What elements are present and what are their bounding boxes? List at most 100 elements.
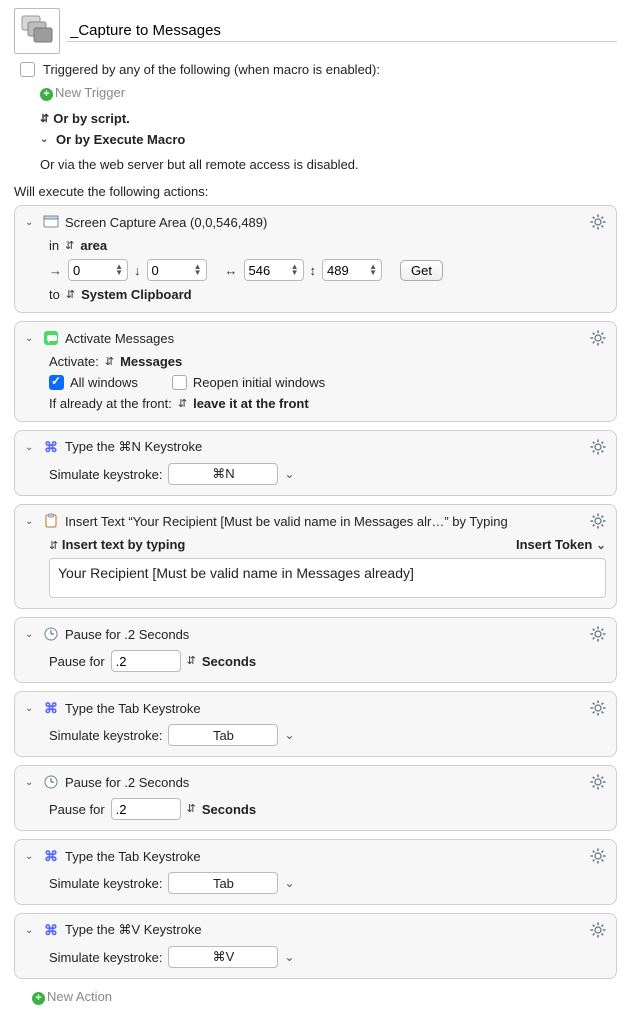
action-type-tab-1: ⌄ ⌘ Type the Tab Keystroke Simulate keys… bbox=[14, 691, 617, 757]
activate-target[interactable]: Messages bbox=[120, 354, 182, 369]
area-label: area bbox=[80, 238, 107, 253]
chevron-down-icon[interactable]: ⌄ bbox=[25, 333, 37, 344]
chevron-down-icon[interactable]: ⌄ bbox=[25, 925, 37, 936]
chevron-down-icon[interactable]: ⌄ bbox=[284, 728, 294, 742]
or-via-webserver-label: Or via the web server but all remote acc… bbox=[40, 157, 617, 172]
gear-icon[interactable] bbox=[590, 330, 606, 346]
front-value[interactable]: leave it at the front bbox=[193, 396, 309, 411]
gear-icon[interactable] bbox=[590, 214, 606, 230]
pause-field[interactable] bbox=[111, 798, 181, 820]
pause-unit[interactable]: Seconds bbox=[202, 654, 256, 669]
action-title: Type the Tab Keystroke bbox=[65, 701, 584, 716]
pause-field[interactable] bbox=[111, 650, 181, 672]
action-activate-messages: ⌄ Activate Messages Activate: ⇵ Messages… bbox=[14, 321, 617, 422]
chevron-down-icon[interactable]: ⌄ bbox=[25, 516, 37, 527]
insert-text-body[interactable]: Your Recipient [Must be valid name in Me… bbox=[49, 558, 606, 598]
front-label: If already at the front: bbox=[49, 396, 172, 411]
chevron-down-icon[interactable]: ⌄ bbox=[25, 629, 37, 640]
updown-icon[interactable]: ⇵ bbox=[178, 400, 187, 408]
pause-unit[interactable]: Seconds bbox=[202, 802, 256, 817]
pause-label: Pause for bbox=[49, 654, 105, 669]
updown-icon[interactable]: ⇵ bbox=[49, 542, 58, 550]
sort-icon[interactable]: ⇵ bbox=[40, 115, 49, 123]
x-field[interactable]: ▲▼ bbox=[68, 259, 128, 281]
chevron-down-icon[interactable]: ⌄ bbox=[25, 777, 37, 788]
w-field[interactable]: ▲▼ bbox=[244, 259, 304, 281]
action-screen-capture: ⌄ Screen Capture Area (0,0,546,489) in ⇵… bbox=[14, 205, 617, 313]
chevron-down-icon[interactable]: ⌄ bbox=[25, 703, 37, 714]
stepper-icon[interactable]: ▲▼ bbox=[115, 264, 123, 276]
will-execute-label: Will execute the following actions: bbox=[14, 184, 617, 199]
pause-label: Pause for bbox=[49, 802, 105, 817]
gear-icon[interactable] bbox=[590, 848, 606, 864]
action-title: Activate Messages bbox=[65, 331, 584, 346]
gear-icon[interactable] bbox=[590, 922, 606, 938]
command-icon: ⌘ bbox=[43, 439, 59, 455]
action-title: Pause for .2 Seconds bbox=[65, 627, 584, 642]
chevron-down-icon[interactable]: ⌄ bbox=[25, 217, 37, 228]
action-title: Type the ⌘N Keystroke bbox=[65, 439, 584, 455]
stepper-icon[interactable]: ▲▼ bbox=[369, 264, 377, 276]
window-icon bbox=[43, 214, 59, 230]
down-arrow-icon: ↓ bbox=[134, 263, 141, 278]
gear-icon[interactable] bbox=[590, 774, 606, 790]
updown-icon[interactable]: ⇵ bbox=[66, 291, 75, 299]
chevron-down-icon[interactable]: ⌄ bbox=[284, 467, 294, 481]
gear-icon[interactable] bbox=[590, 626, 606, 642]
insert-token-button[interactable]: Insert Token ⌄ bbox=[516, 537, 606, 552]
keystroke-field[interactable]: Tab bbox=[168, 872, 278, 894]
width-arrow-icon: ↔ bbox=[225, 263, 238, 278]
new-action-button[interactable]: +New Action bbox=[32, 989, 112, 1004]
chevron-down-icon[interactable]: ⌄ bbox=[284, 950, 294, 964]
gear-icon[interactable] bbox=[590, 700, 606, 716]
clipboard-icon bbox=[43, 513, 59, 529]
stepper-icon[interactable]: ▲▼ bbox=[194, 264, 202, 276]
plus-icon: + bbox=[32, 992, 45, 1005]
insert-method[interactable]: Insert text by typing bbox=[62, 537, 186, 552]
keystroke-field[interactable]: ⌘N bbox=[168, 463, 278, 485]
all-windows-checkbox[interactable] bbox=[49, 375, 64, 390]
macro-title-input[interactable] bbox=[66, 20, 617, 42]
action-title: Pause for .2 Seconds bbox=[65, 775, 584, 790]
to-target[interactable]: System Clipboard bbox=[81, 287, 192, 302]
chevron-down-icon: ⌄ bbox=[596, 538, 606, 552]
get-button[interactable]: Get bbox=[400, 260, 443, 281]
action-title: Type the ⌘V Keystroke bbox=[65, 922, 584, 938]
action-pause-2: ⌄ Pause for .2 Seconds Pause for ⇵ Secon… bbox=[14, 765, 617, 831]
h-field[interactable]: ▲▼ bbox=[322, 259, 382, 281]
new-trigger-button[interactable]: +New Trigger bbox=[40, 85, 125, 100]
right-arrow-icon: → bbox=[49, 263, 62, 278]
reopen-checkbox[interactable] bbox=[172, 375, 187, 390]
updown-icon[interactable]: ⇵ bbox=[105, 358, 114, 366]
chevron-down-icon[interactable]: ⌄ bbox=[25, 851, 37, 862]
simulate-label: Simulate keystroke: bbox=[49, 950, 162, 965]
gear-icon[interactable] bbox=[590, 513, 606, 529]
action-insert-text: ⌄ Insert Text “Your Recipient [Must be v… bbox=[14, 504, 617, 609]
messages-app-icon bbox=[43, 330, 59, 346]
updown-icon[interactable]: ⇵ bbox=[65, 242, 74, 250]
macro-group-icon[interactable] bbox=[14, 8, 60, 54]
y-field[interactable]: ▲▼ bbox=[147, 259, 207, 281]
action-type-tab-2: ⌄ ⌘ Type the Tab Keystroke Simulate keys… bbox=[14, 839, 617, 905]
command-icon: ⌘ bbox=[43, 922, 59, 938]
command-icon: ⌘ bbox=[43, 700, 59, 716]
action-title: Insert Text “Your Recipient [Must be val… bbox=[65, 514, 584, 529]
updown-icon[interactable]: ⇵ bbox=[187, 805, 196, 813]
keystroke-field[interactable]: ⌘V bbox=[168, 946, 278, 968]
all-windows-label: All windows bbox=[70, 375, 138, 390]
chevron-down-icon[interactable]: ⌄ bbox=[40, 134, 52, 145]
updown-icon[interactable]: ⇵ bbox=[187, 657, 196, 665]
simulate-label: Simulate keystroke: bbox=[49, 467, 162, 482]
action-title: Type the Tab Keystroke bbox=[65, 849, 584, 864]
gear-icon[interactable] bbox=[590, 439, 606, 455]
chevron-down-icon[interactable]: ⌄ bbox=[25, 442, 37, 453]
chevron-down-icon[interactable]: ⌄ bbox=[284, 876, 294, 890]
triggered-label: Triggered by any of the following (when … bbox=[43, 62, 380, 77]
action-type-cmd-n: ⌄ ⌘ Type the ⌘N Keystroke Simulate keyst… bbox=[14, 430, 617, 496]
action-title: Screen Capture Area (0,0,546,489) bbox=[65, 215, 584, 230]
clock-icon bbox=[43, 774, 59, 790]
clock-icon bbox=[43, 626, 59, 642]
keystroke-field[interactable]: Tab bbox=[168, 724, 278, 746]
stepper-icon[interactable]: ▲▼ bbox=[291, 264, 299, 276]
triggered-checkbox[interactable] bbox=[20, 62, 35, 77]
